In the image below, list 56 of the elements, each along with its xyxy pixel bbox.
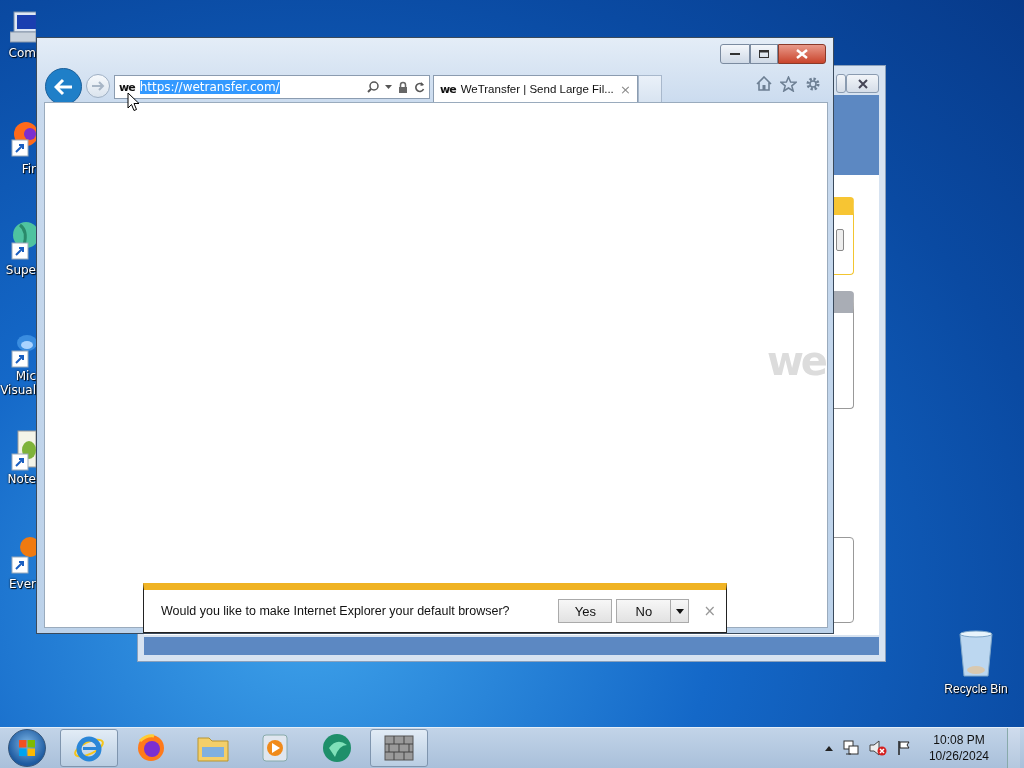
- site-favicon: we: [119, 80, 135, 94]
- back-arrow-icon: [53, 77, 74, 96]
- clock-time[interactable]: 10:08 PM: [933, 732, 985, 748]
- icon-label: Com: [8, 46, 36, 60]
- lock-icon[interactable]: [398, 81, 408, 93]
- minimize-icon: [730, 52, 740, 56]
- settings-icon[interactable]: [805, 76, 821, 92]
- browser-tab[interactable]: we WeTransfer | Send Large Fil... ×: [433, 75, 638, 102]
- brick-wall-icon: [384, 735, 414, 761]
- play-icon: [262, 734, 288, 762]
- notification-message: Would you like to make Internet Explorer your default browser?: [161, 604, 511, 618]
- icon-label: Recycle Bin: [944, 682, 1008, 696]
- leaf-circle-icon: [321, 733, 353, 763]
- taskbar-button[interactable]: [60, 729, 118, 767]
- search-icon[interactable]: [367, 81, 379, 93]
- address-bar[interactable]: we https://wetransfer.com/: [114, 75, 430, 99]
- icon-label: Fir: [21, 162, 36, 176]
- tab-title: WeTransfer | Send Large Fil...: [460, 83, 615, 95]
- icon-label: Visual: [0, 383, 36, 397]
- close-icon: [796, 49, 808, 59]
- taskbar-button[interactable]: [370, 729, 428, 767]
- recycle-bin-icon: [958, 630, 994, 678]
- windows-logo-icon: [18, 739, 36, 757]
- icon-label: Note: [7, 472, 36, 486]
- tab-close-button[interactable]: ×: [620, 81, 631, 97]
- minimize-button[interactable]: [720, 44, 750, 64]
- url-text: https://wetransfer.com/: [139, 80, 280, 94]
- small-button[interactable]: [836, 229, 844, 251]
- muted-speaker-icon[interactable]: [868, 740, 887, 756]
- dropdown-icon[interactable]: [385, 85, 392, 89]
- site-favicon: we: [440, 82, 456, 96]
- chevron-up-icon[interactable]: [824, 745, 833, 751]
- forward-arrow-icon: [91, 80, 105, 92]
- icon-label: Mic: [15, 369, 36, 383]
- notification-button[interactable]: Yes: [558, 599, 613, 623]
- fox-globe-icon: [136, 733, 166, 763]
- folder-icon: [197, 734, 229, 762]
- split-button[interactable]: No: [616, 599, 690, 623]
- refresh-icon[interactable]: [414, 81, 425, 93]
- notepad-shortcut-icon: [10, 430, 36, 472]
- start-button[interactable]: [8, 729, 46, 767]
- icon-label: Ever: [9, 577, 36, 591]
- close-button[interactable]: [778, 44, 826, 64]
- caret-icon[interactable]: [675, 608, 684, 614]
- star-icon[interactable]: [780, 76, 797, 92]
- monitor-icon: [10, 10, 36, 46]
- swirl-shortcut-icon: [10, 333, 36, 369]
- maximize-button[interactable]: [750, 44, 778, 64]
- close-icon: [856, 78, 869, 89]
- network-icon[interactable]: [842, 740, 859, 756]
- home-icon[interactable]: [756, 76, 772, 91]
- icon-label: Supe: [5, 263, 36, 277]
- maximize-icon: [759, 50, 769, 58]
- clock-date[interactable]: 10/26/2024: [928, 748, 989, 764]
- close-button[interactable]: [846, 74, 879, 93]
- flag-icon[interactable]: [896, 740, 911, 756]
